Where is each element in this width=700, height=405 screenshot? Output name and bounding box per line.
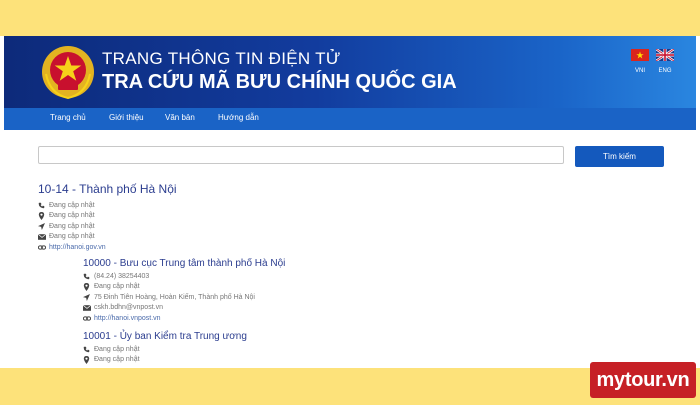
search-input[interactable]: [38, 146, 564, 164]
location-arrow-icon: [38, 222, 49, 230]
result-website: http://hanoi.vnpost.vn: [83, 313, 285, 324]
result-committee: 10001 - Ủy ban Kiểm tra Trung ương Đang …: [83, 331, 247, 365]
language-eng[interactable]: ENG: [655, 48, 675, 74]
result-website-link[interactable]: http://hanoi.vnpost.vn: [94, 315, 161, 322]
result-post-office: 10000 - Bưu cục Trung tâm thành phố Hà N…: [83, 258, 285, 324]
phone-icon: [38, 202, 49, 209]
search-button[interactable]: Tìm kiếm: [575, 146, 664, 167]
result-location: Đang cập nhật: [83, 355, 247, 366]
main-navbar: Trang chủ Giới thiệu Văn bản Hướng dẫn: [4, 108, 696, 130]
location-arrow-icon: [83, 293, 94, 301]
language-eng-label: ENG: [658, 68, 672, 74]
link-icon: [38, 244, 49, 251]
uk-flag-icon: [655, 48, 675, 62]
vietnam-flag-icon: [631, 49, 649, 61]
envelope-icon: [83, 304, 94, 311]
result-address: 75 Đinh Tiên Hoàng, Hoàn Kiếm, Thành phố…: [83, 292, 285, 303]
result-location: Đang cập nhật: [38, 211, 177, 222]
nav-guide[interactable]: Hướng dẫn: [218, 113, 259, 122]
site-title: TRA CỨU MÃ BƯU CHÍNH QUỐC GIA: [102, 71, 457, 93]
result-website-link[interactable]: http://hanoi.gov.vn: [49, 244, 106, 251]
national-emblem-icon: [42, 46, 94, 100]
result-location: Đang cập nhật: [83, 282, 285, 293]
result-province: 10-14 - Thành phố Hà Nội Đang cập nhật Đ…: [38, 182, 177, 253]
map-marker-icon: [83, 355, 94, 364]
map-marker-icon: [38, 211, 49, 220]
result-email: Đang cập nhật: [38, 232, 177, 243]
result-title[interactable]: 10001 - Ủy ban Kiểm tra Trung ương: [83, 331, 247, 342]
result-title[interactable]: 10-14 - Thành phố Hà Nội: [38, 182, 177, 196]
language-vni[interactable]: VNI: [630, 48, 650, 74]
envelope-icon: [38, 233, 49, 240]
phone-icon: [83, 346, 94, 353]
language-vni-label: VNI: [634, 68, 645, 74]
result-title[interactable]: 10000 - Bưu cục Trung tâm thành phố Hà N…: [83, 258, 285, 269]
site-header: TRANG THÔNG TIN ĐIỆN TỬ TRA CỨU MÃ BƯU C…: [4, 36, 696, 108]
result-website: http://hanoi.gov.vn: [38, 242, 177, 253]
phone-icon: [83, 273, 94, 280]
top-frame-band: [0, 0, 700, 36]
result-phone: (84.24) 38254403: [83, 271, 285, 282]
link-icon: [83, 315, 94, 322]
nav-home[interactable]: Trang chủ: [50, 113, 86, 122]
result-phone: Đang cập nhật: [38, 200, 177, 211]
portal-title: TRANG THÔNG TIN ĐIỆN TỬ: [102, 49, 341, 68]
mytour-watermark-logo: mytour.vn: [590, 362, 696, 398]
result-address: Đang cập nhật: [38, 221, 177, 232]
nav-documents[interactable]: Văn bản: [165, 113, 195, 122]
map-marker-icon: [83, 282, 94, 291]
nav-about[interactable]: Giới thiệu: [109, 113, 144, 122]
result-phone: Đang cập nhật: [83, 344, 247, 355]
result-email: cskh.bdhn@vnpost.vn: [83, 303, 285, 314]
